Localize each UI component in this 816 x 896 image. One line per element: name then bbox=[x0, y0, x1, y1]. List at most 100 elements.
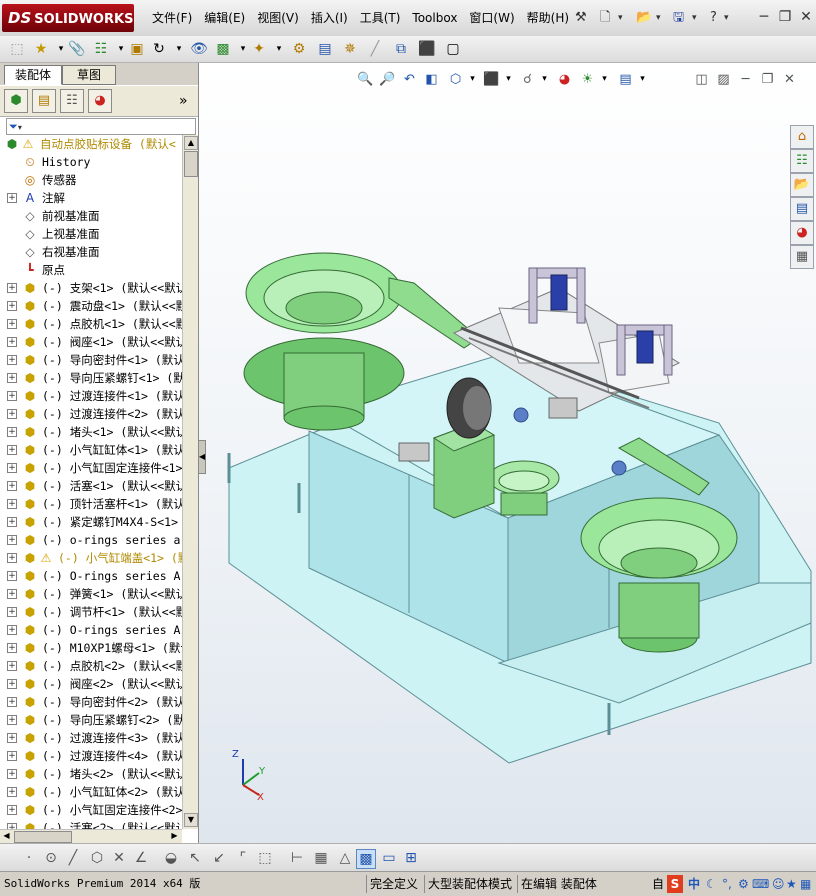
line-icon[interactable]: ╱ bbox=[64, 849, 82, 867]
graphics-viewport[interactable]: 🔍 🔎 ↶ ◧ ⬡ ▾ ⬛ ▾ ☌ ▾ ◕ ☀ ▾ ▤ ▾ ◫ ▨ ─ ❐ ✕ … bbox=[199, 63, 816, 843]
help-dropdown-chevron-icon[interactable]: ▾ bbox=[724, 8, 729, 28]
expand-toggle-icon[interactable]: + bbox=[7, 697, 17, 707]
expand-toggle-icon[interactable]: + bbox=[7, 733, 17, 743]
tree-node[interactable]: + ⬢ (-) 活塞<2> (默认<<默认 bbox=[0, 819, 182, 829]
tree-node[interactable]: ◇ 右视基准面 bbox=[0, 243, 182, 261]
instant3d-icon[interactable]: ▢ bbox=[444, 40, 462, 58]
expand-toggle-icon[interactable]: + bbox=[7, 427, 17, 437]
horizontal-scroll-thumb[interactable] bbox=[14, 831, 72, 843]
tree-node[interactable]: ◇ 上视基准面 bbox=[0, 225, 182, 243]
ime-tools-icon[interactable]: ▦ bbox=[800, 875, 811, 893]
expand-toggle-icon[interactable]: + bbox=[7, 715, 17, 725]
ime-mode-text[interactable]: 中 bbox=[688, 875, 700, 893]
new-part-icon[interactable]: ★ bbox=[32, 40, 50, 58]
clearance-verification-icon[interactable]: ⬛ bbox=[418, 40, 436, 58]
tab-assembly[interactable]: 装配体 bbox=[4, 65, 62, 85]
expand-toggle-icon[interactable]: + bbox=[7, 319, 17, 329]
expand-toggle-icon[interactable]: + bbox=[7, 805, 17, 815]
tree-node[interactable]: + ⬢ (-) 点胶机<2> (默认<<默 bbox=[0, 657, 182, 675]
reference-geometry-icon[interactable]: ✦ bbox=[250, 40, 268, 58]
menu-toolbox[interactable]: Toolbox bbox=[406, 8, 463, 28]
expand-toggle-icon[interactable]: + bbox=[7, 517, 17, 527]
expand-toggle-icon[interactable]: + bbox=[7, 661, 17, 671]
convert-entities-icon[interactable]: ↖ bbox=[186, 849, 204, 867]
assembly-model-render[interactable] bbox=[199, 63, 816, 843]
ime-moon-icon[interactable]: ☾ bbox=[706, 875, 717, 893]
explode-line-sketch-icon[interactable]: ╱ bbox=[366, 40, 384, 58]
expand-toggle-icon[interactable]: + bbox=[7, 391, 17, 401]
angle-icon[interactable]: ∠ bbox=[132, 849, 150, 867]
tree-vertical-scrollbar[interactable]: ▲ ▼ bbox=[182, 135, 198, 829]
tree-node[interactable]: + ⬢ (-) 过渡连接件<4> (默认 bbox=[0, 747, 182, 765]
new-motion-study-icon[interactable]: ⚙ bbox=[290, 40, 308, 58]
expand-toggle-icon[interactable]: + bbox=[7, 283, 17, 293]
tree-node[interactable]: + ⬢ (-) 导向密封件<1> (默认 bbox=[0, 351, 182, 369]
expand-toggle-icon[interactable]: + bbox=[7, 301, 17, 311]
expand-toggle-icon[interactable]: + bbox=[7, 499, 17, 509]
ime-skin-icon[interactable]: ★ bbox=[786, 875, 797, 893]
tree-node[interactable]: + ⬢ (-) 过渡连接件<1> (默认 bbox=[0, 387, 182, 405]
minimize-icon[interactable]: ─ bbox=[755, 8, 773, 26]
offset-icon[interactable]: ↙ bbox=[210, 849, 228, 867]
tree-node[interactable]: + ⬢ (-) 阀座<1> (默认<<默认 bbox=[0, 333, 182, 351]
expand-toggle-icon[interactable]: + bbox=[7, 643, 17, 653]
expand-toggle-icon[interactable]: + bbox=[7, 751, 17, 761]
single-view-icon[interactable]: ▭ bbox=[380, 849, 398, 867]
smart-fasteners-icon[interactable]: ▣ bbox=[128, 40, 146, 58]
expand-toggle-icon[interactable]: + bbox=[7, 553, 17, 563]
new-dropdown-chevron-icon[interactable]: ▾ bbox=[618, 8, 623, 28]
tree-node[interactable]: + ⬢ (-) O-rings series A GB bbox=[0, 567, 182, 585]
tree-filter-input[interactable]: ⏷▾ bbox=[6, 118, 196, 135]
tree-node[interactable]: + ⬢ (-) 阀座<2> (默认<<默认 bbox=[0, 675, 182, 693]
tree-node[interactable]: ┗ 原点 bbox=[0, 261, 182, 279]
tree-node[interactable]: + ⬢ (-) 过渡连接件<2> (默认 bbox=[0, 405, 182, 423]
tree-node[interactable]: + ⬢ (-) o-rings series a gb bbox=[0, 531, 182, 549]
feature-manager-tree-icon[interactable]: ⬢ bbox=[4, 89, 28, 113]
scroll-left-arrow-icon[interactable]: ◀ bbox=[1, 830, 12, 841]
tree-node[interactable]: + ⬢ (-) 点胶机<1> (默认<<默 bbox=[0, 315, 182, 333]
panel-splitter-handle[interactable]: ◀ bbox=[198, 440, 206, 474]
expand-toggle-icon[interactable]: + bbox=[7, 679, 17, 689]
point-icon[interactable]: · bbox=[20, 849, 38, 867]
move-dropdown-icon[interactable]: ▾ bbox=[170, 40, 188, 58]
tree-node[interactable]: + ⬢ (-) 顶针活塞杆<1> (默认 bbox=[0, 495, 182, 513]
expand-toggle-icon[interactable]: + bbox=[7, 355, 17, 365]
tree-node[interactable]: + ⬢ (-) 小气缸固定连接件<2> bbox=[0, 801, 182, 819]
expand-toggle-icon[interactable]: + bbox=[7, 625, 17, 635]
tree-node[interactable]: + ⬢ (-) 弹簧<1> (默认<<默认 bbox=[0, 585, 182, 603]
expand-toggle-icon[interactable]: + bbox=[7, 409, 17, 419]
move-component-icon[interactable]: ↻ bbox=[150, 40, 168, 58]
expand-panel-chevron-icon[interactable]: » bbox=[179, 93, 188, 109]
tree-horizontal-scrollbar[interactable]: ◀ ▶ bbox=[0, 829, 182, 843]
tree-node[interactable]: + ⬢ (-) 过渡连接件<3> (默认 bbox=[0, 729, 182, 747]
expand-toggle-icon[interactable]: + bbox=[7, 481, 17, 491]
vertical-scroll-thumb[interactable] bbox=[184, 151, 198, 177]
tree-node[interactable]: ◎ 传感器 bbox=[0, 171, 182, 189]
tree-node[interactable]: + ⬢ (-) 堵头<1> (默认<<默认 bbox=[0, 423, 182, 441]
expand-toggle-icon[interactable]: + bbox=[7, 373, 17, 383]
scroll-right-arrow-icon[interactable]: ▶ bbox=[169, 830, 180, 841]
tree-node[interactable]: + A 注解 bbox=[0, 189, 182, 207]
tree-node[interactable]: ⏲ History bbox=[0, 153, 182, 171]
menu-tools[interactable]: 工具(T) bbox=[354, 8, 407, 28]
ime-voice-icon[interactable]: ⚙ bbox=[738, 875, 749, 893]
tree-node[interactable]: ◇ 前视基准面 bbox=[0, 207, 182, 225]
tree-node[interactable]: + ⬢ (-) 活塞<1> (默认<<默认 bbox=[0, 477, 182, 495]
scroll-down-arrow-icon[interactable]: ▼ bbox=[184, 813, 198, 827]
scroll-up-arrow-icon[interactable]: ▲ bbox=[184, 136, 198, 150]
show-hidden-components-icon[interactable]: 👁 bbox=[190, 40, 208, 58]
expand-toggle-icon[interactable]: + bbox=[7, 193, 17, 203]
menu-edit[interactable]: 编辑(E) bbox=[198, 8, 251, 28]
configuration-manager-icon[interactable]: ☷ bbox=[60, 89, 84, 113]
expand-toggle-icon[interactable]: + bbox=[7, 589, 17, 599]
close-icon[interactable]: ✕ bbox=[797, 8, 815, 26]
solidworks-logo[interactable]: DS SOLIDWORKS bbox=[2, 4, 134, 32]
tree-node[interactable]: + ⬢ (-) O-rings series A GB bbox=[0, 621, 182, 639]
expand-toggle-icon[interactable]: + bbox=[7, 463, 17, 473]
tree-node[interactable]: + ⬢ (-) 调节杆<1> (默认<<默 bbox=[0, 603, 182, 621]
save-icon[interactable]: 🖫 bbox=[673, 8, 684, 28]
assembly-features-icon[interactable]: ▩ bbox=[214, 40, 232, 58]
tree-node[interactable]: + ⬢ (-) M10XP1螺母<1> (默认 bbox=[0, 639, 182, 657]
tree-node[interactable]: + ⬢ (-) 导向压紧螺钉<1> (默 bbox=[0, 369, 182, 387]
polygon-icon[interactable]: ⬡ bbox=[88, 849, 106, 867]
